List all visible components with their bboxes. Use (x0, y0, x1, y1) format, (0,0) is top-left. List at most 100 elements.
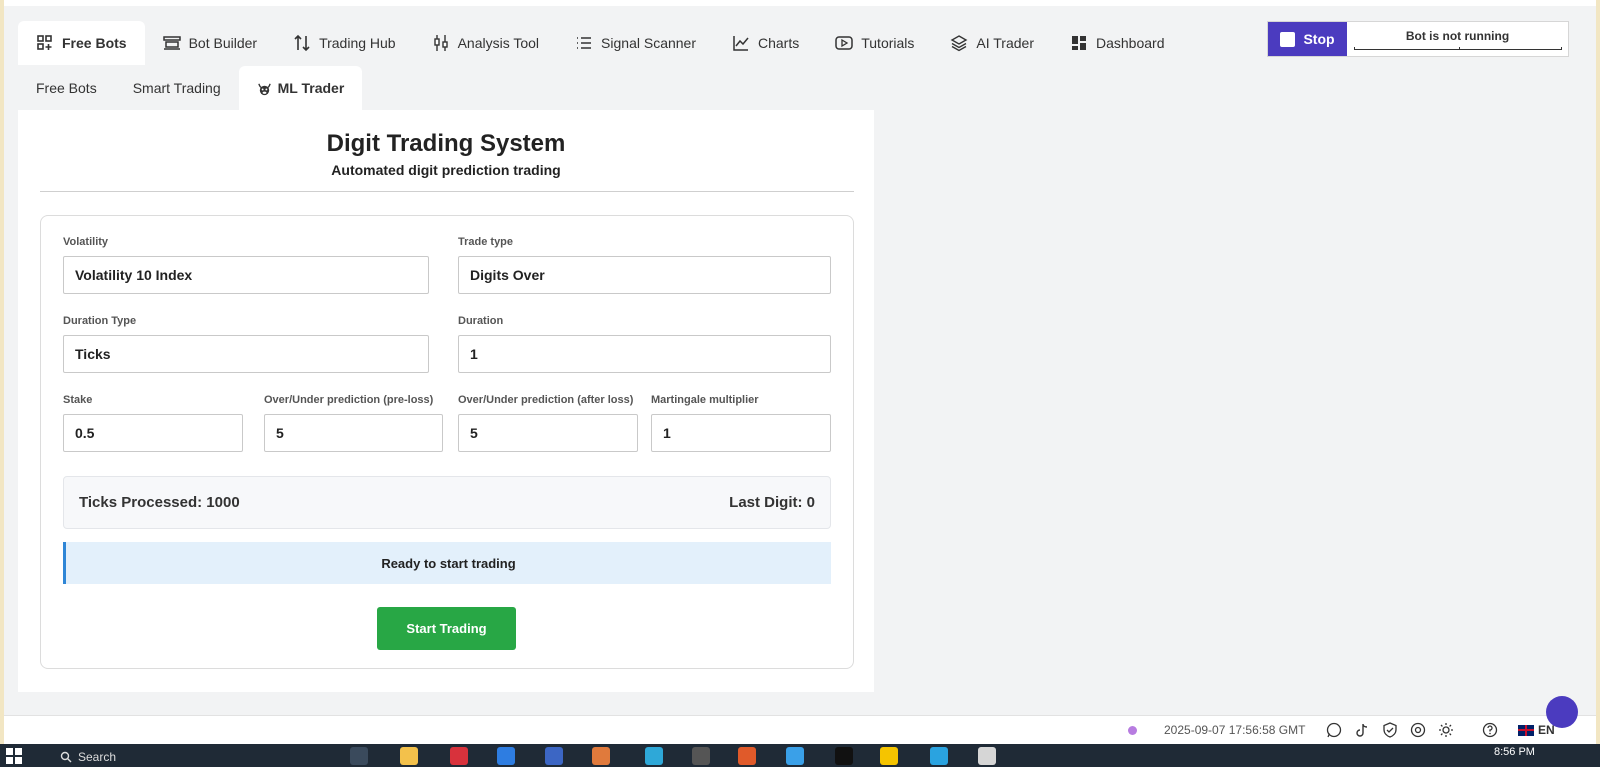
run-panel: Stop Bot is not running (1267, 21, 1569, 57)
tab-label: Charts (758, 35, 800, 51)
gauge-icon[interactable] (1410, 722, 1426, 738)
stake-label: Stake (63, 394, 93, 406)
subtab-label: ML Trader (277, 80, 345, 96)
prediction-after-loss-field: Over/Under prediction (after loss) 5 (458, 394, 638, 452)
prediction-after-loss-input[interactable]: 5 (458, 414, 638, 452)
app-orange-icon[interactable] (592, 747, 610, 765)
taskview-icon[interactable] (350, 747, 368, 765)
folder-icon[interactable] (400, 747, 418, 765)
uk-flag-icon (1518, 724, 1534, 736)
volatility-select[interactable]: Volatility 10 Index (63, 256, 429, 294)
app-gray-icon[interactable] (692, 747, 710, 765)
edge-icon[interactable] (645, 747, 663, 765)
stop-label: Stop (1303, 31, 1335, 47)
tab-analysis-tool[interactable]: Analysis Tool (414, 21, 557, 65)
duration-type-label: Duration Type (63, 315, 137, 327)
tab-label: Tutorials (861, 35, 915, 51)
prediction-after-loss-label: Over/Under prediction (after loss) (458, 394, 634, 406)
tab-label: Dashboard (1096, 35, 1165, 51)
tab-ai-trader[interactable]: AI Trader (932, 21, 1052, 65)
search-placeholder: Search (78, 750, 117, 764)
grid-plus-icon (37, 35, 52, 50)
notepad-icon[interactable] (978, 747, 996, 765)
tab-label: Analysis Tool (457, 35, 540, 51)
chart-line-icon (733, 36, 749, 51)
telegram-icon[interactable] (930, 747, 948, 765)
tab-trading-hub[interactable]: Trading Hub (275, 21, 414, 65)
app-office-icon[interactable] (738, 747, 756, 765)
connection-dot (1128, 726, 1137, 735)
tab-label: Trading Hub (319, 35, 396, 51)
stake-input[interactable]: 0.5 (63, 414, 243, 452)
duration-type-select[interactable]: Ticks (63, 335, 429, 373)
windows-start-icon[interactable] (6, 748, 22, 764)
status-banner: Ready to start trading (63, 542, 831, 584)
layers-icon (950, 35, 968, 52)
stake-field: Stake 0.5 (63, 394, 243, 452)
sub-nav: Free Bots Smart Trading ML Trader (18, 66, 363, 110)
bot-status: Bot is not running (1347, 22, 1568, 56)
os-taskbar: Search 8:56 PM (0, 744, 1600, 767)
tab-label: Signal Scanner (601, 35, 696, 51)
duration-type-field: Duration Type Ticks (63, 315, 429, 373)
builder-icon (162, 36, 181, 50)
help-icon[interactable] (1482, 722, 1498, 738)
shield-check-icon[interactable] (1382, 722, 1398, 738)
prediction-pre-loss-input[interactable]: 5 (264, 414, 443, 452)
subtab-smart-trading[interactable]: Smart Trading (115, 66, 239, 110)
app-blue-icon[interactable] (497, 747, 515, 765)
tick-stats: Ticks Processed: 1000 Last Digit: 0 (63, 476, 831, 529)
clock: 8:56 PM (1494, 746, 1535, 758)
tab-tutorials[interactable]: Tutorials (817, 21, 932, 65)
trade-type-select[interactable]: Digits Over (458, 256, 831, 294)
subtab-label: Free Bots (36, 80, 97, 96)
tab-label: Free Bots (62, 35, 127, 51)
risk-disclaimer-button[interactable] (1546, 696, 1578, 728)
start-trading-button[interactable]: Start Trading (377, 607, 516, 650)
trade-type-field: Trade type Digits Over (458, 236, 831, 294)
bot-status-text: Bot is not running (1405, 28, 1510, 43)
stop-icon (1280, 31, 1296, 47)
martingale-label: Martingale multiplier (651, 394, 759, 406)
tab-signal-scanner[interactable]: Signal Scanner (557, 21, 714, 65)
language-switcher[interactable]: EN (1518, 723, 1555, 737)
tab-bot-builder[interactable]: Bot Builder (145, 21, 275, 65)
tab-label: Bot Builder (188, 35, 258, 51)
duration-field: Duration 1 (458, 315, 831, 373)
martingale-field: Martingale multiplier 1 (651, 394, 831, 452)
app-mail-icon[interactable] (786, 747, 804, 765)
stop-button[interactable]: Stop (1268, 22, 1347, 56)
ticks-processed: Ticks Processed: 1000 (79, 494, 240, 511)
app-red-icon[interactable] (450, 747, 468, 765)
bull-icon (257, 83, 271, 95)
trading-form-card: Volatility Volatility 10 Index Trade typ… (40, 215, 854, 669)
martingale-input[interactable]: 1 (651, 414, 831, 452)
arrows-updown-icon (294, 34, 310, 52)
last-digit: Last Digit: 0 (729, 494, 815, 511)
dashboard-icon (1072, 36, 1086, 50)
volatility-label: Volatility (63, 236, 109, 248)
sun-icon[interactable] (1438, 722, 1454, 738)
duration-input[interactable]: 1 (458, 335, 831, 373)
page-subtitle: Automated digit prediction trading (331, 162, 561, 178)
app-store-icon[interactable] (545, 747, 563, 765)
tab-dashboard[interactable]: Dashboard (1052, 21, 1183, 65)
footer-bar: 2025-09-07 17:56:58 GMT EN (4, 715, 1596, 744)
tab-free-bots[interactable]: Free Bots (18, 21, 145, 65)
divider (40, 191, 854, 192)
volatility-field: Volatility Volatility 10 Index (63, 236, 429, 294)
tiktok-icon[interactable] (1354, 722, 1370, 738)
server-time: 2025-09-07 17:56:58 GMT (1164, 723, 1306, 737)
main-nav: Free Bots Bot Builder Trading Hub Analys… (18, 21, 1183, 65)
taskbar-search[interactable]: Search (60, 747, 260, 767)
subtab-free-bots[interactable]: Free Bots (18, 66, 115, 110)
tab-charts[interactable]: Charts (714, 21, 817, 65)
subtab-ml-trader[interactable]: ML Trader (238, 66, 363, 110)
whatsapp-icon[interactable] (1326, 722, 1342, 738)
play-icon (835, 36, 853, 50)
search-icon (60, 751, 72, 763)
app-notes-icon[interactable] (880, 747, 898, 765)
app-media-icon[interactable] (835, 747, 853, 765)
list-icon (577, 37, 592, 49)
status-progress (1353, 46, 1562, 50)
